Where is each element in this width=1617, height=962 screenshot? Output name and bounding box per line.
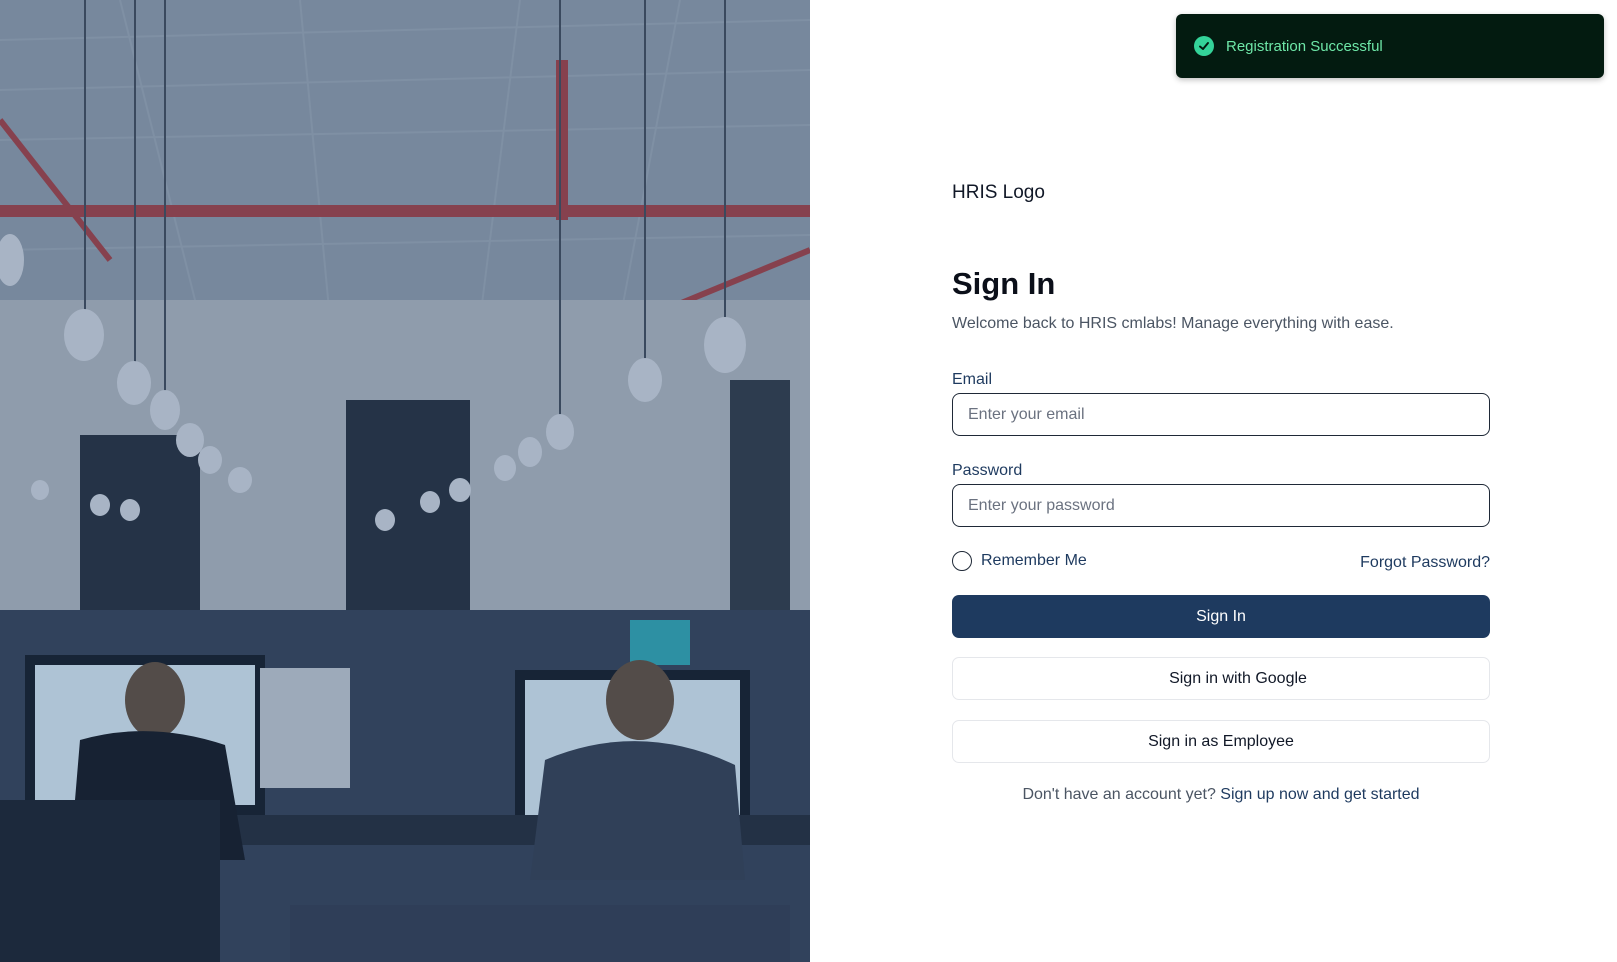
signup-prompt-text: Don't have an account yet? — [1022, 786, 1216, 803]
email-field[interactable] — [952, 393, 1490, 436]
remember-me-toggle[interactable]: Remember Me — [952, 551, 1087, 571]
office-photo — [0, 0, 810, 962]
password-field[interactable] — [952, 484, 1490, 527]
google-sign-in-label: Sign in with Google — [1169, 669, 1307, 687]
forgot-password-link[interactable]: Forgot Password? — [1360, 554, 1490, 572]
success-toast: Registration Successful — [1176, 14, 1604, 78]
employee-sign-in-button[interactable]: Sign in as Employee — [952, 720, 1490, 763]
page-title: Sign In — [952, 266, 1056, 301]
email-label: Email — [952, 371, 993, 388]
login-page: Registration Successful HRIS Logo Sign I… — [0, 0, 1617, 962]
google-sign-in-button[interactable]: Sign in with Google — [952, 657, 1490, 700]
hris-logo: HRIS Logo — [952, 182, 1045, 203]
signup-link[interactable]: Sign up now and get started — [1220, 786, 1419, 803]
toast-message: Registration Successful — [1226, 37, 1383, 55]
check-circle-icon — [1194, 36, 1214, 56]
page-subtitle: Welcome back to HRIS cmlabs! Manage ever… — [952, 315, 1394, 332]
signup-prompt: Don't have an account yet? Sign up now a… — [952, 786, 1490, 804]
sign-in-button[interactable]: Sign In — [952, 595, 1490, 638]
remember-me-radio[interactable] — [952, 551, 972, 571]
password-label: Password — [952, 462, 1023, 479]
remember-me-label: Remember Me — [981, 552, 1087, 569]
